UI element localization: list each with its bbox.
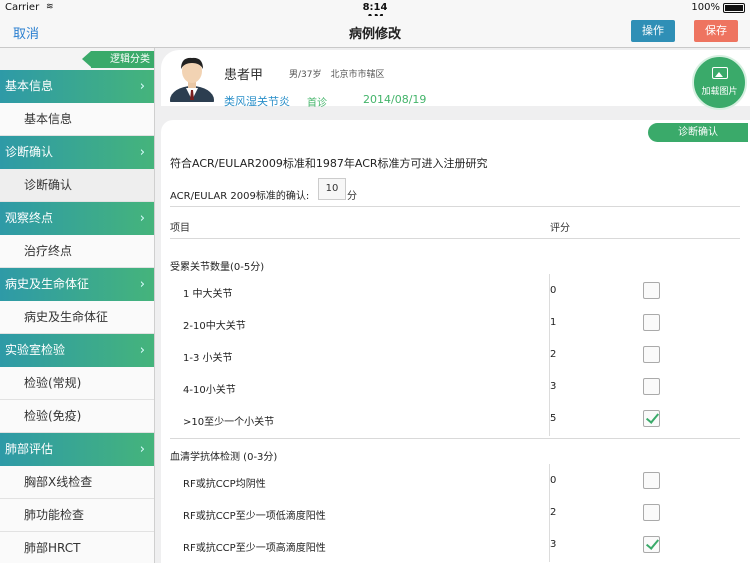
- score-input[interactable]: 10: [318, 178, 346, 200]
- criterion-score: 2: [550, 507, 557, 518]
- criterion-checkbox[interactable]: [643, 472, 660, 489]
- sidebar-item[interactable]: 治疗终点: [0, 235, 154, 268]
- chevron-right-icon: ›: [139, 343, 145, 358]
- sidebar-item-label: 肺功能检查: [24, 508, 85, 522]
- sidebar-item-label: 病史及生命体征: [5, 277, 90, 291]
- chevron-right-icon: ›: [139, 442, 145, 457]
- sidebar-item[interactable]: 病史及生命体征: [0, 301, 154, 334]
- divider: [170, 206, 740, 207]
- sidebar-item-label: 诊断确认: [24, 178, 73, 192]
- sidebar-item-label: 观察终点: [5, 211, 54, 225]
- sidebar-menu: 基本信息 › 基本信息 诊断确认 › 诊断确认 观察终点 › 治疗终点 病史及生命体征 › 病史及生命…: [0, 70, 154, 563]
- patient-meta: 男/37岁 北京市市辖区: [289, 70, 385, 80]
- wifi-icon: ≋: [46, 2, 54, 12]
- sidebar-item[interactable]: 胸部X线检查: [0, 466, 154, 499]
- operation-button[interactable]: 操作: [631, 20, 675, 42]
- criterion-checkbox[interactable]: [643, 410, 660, 427]
- criterion-label: RF或抗CCP均阴性: [183, 479, 266, 490]
- diagnosis-form: 诊断确认 符合ACR/EULAR2009标准和1987年ACR标准方可进入注册研…: [161, 120, 750, 563]
- patient-name: 患者甲: [224, 68, 264, 83]
- sidebar-item[interactable]: 检验(常规): [0, 367, 154, 400]
- criterion-score: 0: [550, 285, 557, 296]
- sidebar-item-label: 基本信息: [24, 112, 73, 126]
- sidebar-item-label: 检验(常规): [24, 376, 82, 390]
- chevron-right-icon: ›: [139, 211, 145, 226]
- picture-icon: [711, 67, 728, 79]
- sidebar-category[interactable]: 实验室检验 ›: [0, 334, 154, 367]
- criterion-label: 1 中大关节: [183, 289, 233, 300]
- main-panel: 患者甲 男/37岁 北京市市辖区 类风湿关节炎 首诊 2014/08/19 加载…: [160, 48, 750, 563]
- sidebar-category[interactable]: 基本信息 ›: [0, 70, 154, 103]
- divider: [170, 238, 740, 239]
- column-divider: [549, 464, 550, 562]
- section-title: 血清学抗体检测 (0-3分): [170, 452, 278, 463]
- column-divider: [549, 274, 550, 436]
- criterion-score: 3: [550, 539, 557, 550]
- criterion-label: >10至少一个小关节: [183, 417, 275, 428]
- sidebar-category[interactable]: 肺部评估 ›: [0, 433, 154, 466]
- visit-type: 首诊: [307, 98, 327, 109]
- battery-percent: 100%: [691, 2, 720, 13]
- criterion-label: RF或抗CCP至少一项低滴度阳性: [183, 511, 326, 522]
- save-button[interactable]: 保存: [694, 20, 738, 42]
- criterion-score: 3: [550, 381, 557, 392]
- chevron-right-icon: ›: [139, 79, 145, 94]
- sidebar-item-label: 肺部评估: [5, 442, 54, 456]
- sidebar: 逻辑分类 基本信息 › 基本信息诊断确认 › 诊断确认观察终点 › 治疗终点病史及生命体征 ›…: [0, 48, 155, 563]
- patient-diagnosis: 类风湿关节炎: [224, 95, 290, 108]
- divider: [170, 438, 740, 439]
- patient-avatar-icon: [170, 57, 214, 102]
- criterion-label: 4-10小关节: [183, 385, 236, 396]
- sidebar-item-label: 胸部X线检查: [24, 475, 93, 489]
- criterion-label: RF或抗CCP至少一项高滴度阳性: [183, 543, 326, 554]
- criterion-checkbox[interactable]: [643, 346, 660, 363]
- column-header-item: 项目: [170, 223, 190, 234]
- diagnosis-confirm-button[interactable]: 诊断确认: [648, 123, 748, 142]
- score-label: ACR/EULAR 2009标准的确认:: [170, 191, 310, 202]
- criterion-checkbox[interactable]: [643, 282, 660, 299]
- criterion-checkbox[interactable]: [643, 504, 660, 521]
- chevron-right-icon: ›: [139, 277, 145, 292]
- sidebar-item-label: 病史及生命体征: [24, 310, 109, 324]
- sidebar-item[interactable]: 肺功能检查: [0, 499, 154, 532]
- load-image-label: 加载图片: [701, 87, 738, 97]
- sidebar-item[interactable]: 基本信息: [0, 103, 154, 136]
- visit-date: 2014/08/19: [363, 93, 427, 106]
- criterion-checkbox[interactable]: [643, 378, 660, 395]
- section-title: 受累关节数量(0-5分): [170, 262, 265, 273]
- carrier-label: Carrier: [5, 2, 40, 13]
- column-header-score: 评分: [550, 223, 570, 234]
- criterion-score: 1: [550, 317, 557, 328]
- sidebar-item-label: 实验室检验: [5, 343, 66, 357]
- sidebar-item-label: 诊断确认: [5, 145, 54, 159]
- chevron-right-icon: ›: [139, 145, 145, 160]
- sidebar-item[interactable]: 检验(免疫): [0, 400, 154, 433]
- criterion-score: 5: [550, 413, 557, 424]
- score-unit: 分: [347, 191, 357, 202]
- sidebar-item[interactable]: 诊断确认: [0, 169, 154, 202]
- criterion-score: 0: [550, 475, 557, 486]
- criterion-checkbox[interactable]: [643, 314, 660, 331]
- sidebar-item-label: 检验(免疫): [24, 409, 82, 423]
- sidebar-item-label: 治疗终点: [24, 244, 73, 258]
- sidebar-category[interactable]: 诊断确认 ›: [0, 136, 154, 169]
- sidebar-item-label: 肺部HRCT: [24, 541, 81, 555]
- cancel-button[interactable]: 取消: [13, 23, 39, 42]
- criterion-score: 2: [550, 349, 557, 360]
- sidebar-category[interactable]: 观察终点 ›: [0, 202, 154, 235]
- sidebar-item[interactable]: 肺部HRCT: [0, 532, 154, 563]
- page-title: 病例修改: [348, 27, 401, 42]
- criterion-label: 1-3 小关节: [183, 353, 233, 364]
- sidebar-category[interactable]: 病史及生命体征 ›: [0, 268, 154, 301]
- load-image-button[interactable]: 加载图片: [692, 55, 747, 110]
- logic-category-tag[interactable]: 逻辑分类: [82, 51, 154, 68]
- patient-card: 患者甲 男/37岁 北京市市辖区 类风湿关节炎 首诊 2014/08/19 加载…: [161, 50, 750, 110]
- intro-text: 符合ACR/EULAR2009标准和1987年ACR标准方可进入注册研究: [170, 157, 488, 170]
- criterion-checkbox[interactable]: [643, 536, 660, 553]
- status-bar: Carrier ≋ 8:14 AM 100%: [0, 0, 750, 24]
- sidebar-item-label: 基本信息: [5, 79, 54, 93]
- criterion-label: 2-10中大关节: [183, 321, 246, 332]
- battery-icon: [723, 3, 745, 13]
